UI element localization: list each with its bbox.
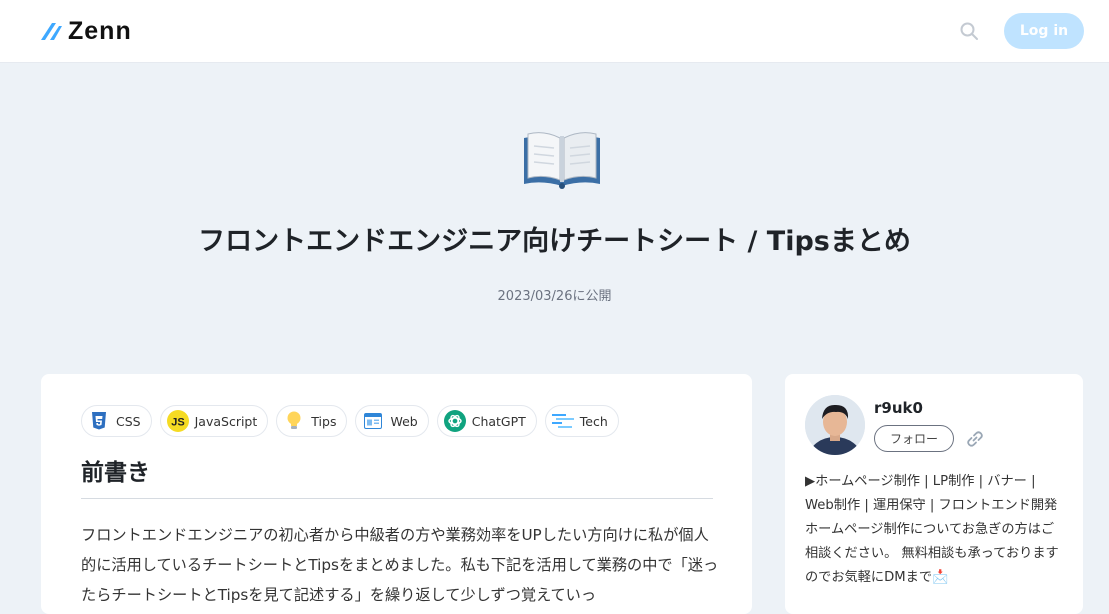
login-button[interactable]: Log in bbox=[1004, 13, 1084, 49]
svg-text:JS: JS bbox=[171, 417, 184, 429]
topic-label: CSS bbox=[116, 413, 141, 429]
topic-tips[interactable]: Tips bbox=[276, 405, 348, 437]
topic-label: Tech bbox=[579, 413, 608, 429]
zenn-logo-icon bbox=[41, 23, 62, 40]
logo-text: Zenn bbox=[68, 17, 132, 45]
article-title: フロントエンドエンジニア向けチートシート / Tipsまとめ bbox=[198, 226, 911, 257]
section-heading: 前書き bbox=[81, 458, 713, 499]
openai-icon bbox=[443, 410, 466, 432]
avatar[interactable] bbox=[805, 395, 865, 455]
author-card: r9uk0 フォロー ▶ホームページ制作 | LP制作 | バナー | Web制… bbox=[785, 374, 1083, 614]
topic-web[interactable]: Web bbox=[355, 405, 429, 437]
follow-button[interactable]: フォロー bbox=[874, 425, 954, 452]
article-body-card: CSS JS JavaScript Tips Web ChatGPT Tech … bbox=[41, 374, 752, 614]
link-icon[interactable] bbox=[965, 429, 985, 449]
javascript-icon: JS bbox=[166, 410, 189, 432]
open-book-icon bbox=[524, 132, 600, 189]
zenn-logo[interactable]: Zenn bbox=[40, 18, 132, 44]
topic-chatgpt[interactable]: ChatGPT bbox=[436, 405, 537, 437]
topic-label: Tips bbox=[311, 413, 337, 429]
search-icon[interactable] bbox=[959, 21, 979, 41]
site-header: Zenn Log in bbox=[0, 0, 1109, 63]
css3-icon bbox=[88, 410, 110, 432]
topic-list: CSS JS JavaScript Tips Web ChatGPT Tech bbox=[81, 405, 619, 437]
topic-css[interactable]: CSS bbox=[81, 405, 152, 437]
intro-paragraph: フロントエンドエンジニアの初心者から中級者の方や業務効率をUPしたい方向けに私が… bbox=[81, 526, 719, 604]
topic-label: JavaScript bbox=[194, 413, 258, 429]
author-bio: ▶ホームページ制作 | LP制作 | バナー | Web制作 | 運用保守 | … bbox=[805, 474, 1059, 585]
published-date: 2023/03/26に公開 bbox=[497, 289, 612, 304]
author-name[interactable]: r9uk0 bbox=[874, 398, 923, 418]
lightbulb-icon bbox=[283, 410, 305, 432]
browser-window-icon bbox=[362, 410, 384, 432]
topic-label: Web bbox=[390, 413, 418, 429]
topic-label: ChatGPT bbox=[471, 413, 526, 429]
topic-tech[interactable]: Tech bbox=[544, 405, 619, 437]
topic-javascript[interactable]: JS JavaScript bbox=[159, 405, 269, 437]
tech-lines-icon bbox=[551, 410, 574, 432]
